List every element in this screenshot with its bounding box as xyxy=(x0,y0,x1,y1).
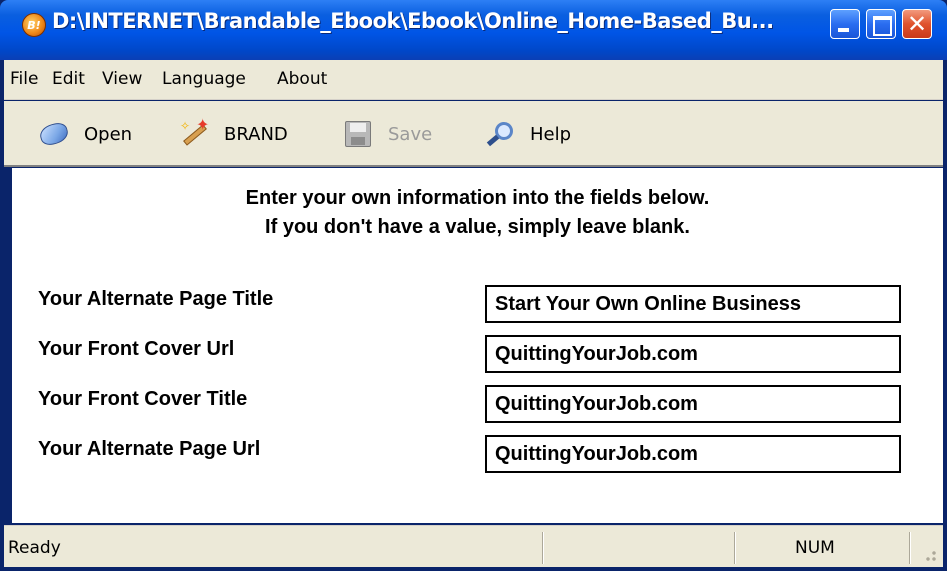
open-button-label: Open xyxy=(84,123,133,145)
front-cover-url-label: Your Front Cover Url xyxy=(38,338,235,360)
alternate-page-title-input[interactable]: Start Your Own Online Business xyxy=(485,285,901,323)
brand-button-label: BRAND xyxy=(224,123,288,145)
title-bar[interactable]: B! D:\INTERNET\Brandable_Ebook\Ebook\Onl… xyxy=(0,0,947,60)
app-window: B! D:\INTERNET\Brandable_Ebook\Ebook\Onl… xyxy=(0,0,947,571)
alternate-page-title-label: Your Alternate Page Title xyxy=(38,288,274,310)
window-title: D:\INTERNET\Brandable_Ebook\Ebook\Online… xyxy=(52,9,774,33)
magic-wand-icon: ✦ ✧ xyxy=(178,118,210,150)
instructions: Enter your own information into the fiel… xyxy=(12,184,943,242)
magnifier-icon xyxy=(484,118,516,150)
close-button[interactable]: ✕ xyxy=(902,9,932,39)
resize-grip-icon[interactable] xyxy=(919,544,939,564)
maximize-button[interactable] xyxy=(866,9,896,39)
help-button[interactable]: Help xyxy=(484,113,571,155)
front-cover-title-input[interactable]: QuittingYourJob.com xyxy=(485,385,901,423)
save-button-label: Save xyxy=(388,123,433,145)
menu-about[interactable]: About xyxy=(277,69,327,89)
toolbar: Open ✦ ✧ BRAND Save Help xyxy=(4,101,943,167)
open-folder-icon xyxy=(37,118,71,150)
status-separator xyxy=(909,532,911,564)
menu-file[interactable]: File xyxy=(10,69,38,89)
front-cover-url-input[interactable]: QuittingYourJob.com xyxy=(485,335,901,373)
help-button-label: Help xyxy=(530,123,572,145)
app-icon[interactable]: B! xyxy=(22,13,46,37)
front-cover-title-label: Your Front Cover Title xyxy=(38,388,248,410)
instruction-line-1: Enter your own information into the fiel… xyxy=(245,187,710,209)
instruction-line-2: If you don't have a value, simply leave … xyxy=(265,216,690,238)
status-bar: Ready NUM xyxy=(4,525,943,567)
brand-button[interactable]: ✦ ✧ BRAND xyxy=(178,113,288,155)
status-text: Ready xyxy=(8,538,61,558)
open-button[interactable]: Open xyxy=(37,113,133,155)
alternate-page-url-label: Your Alternate Page Url xyxy=(38,438,261,460)
form-panel: Enter your own information into the fiel… xyxy=(12,168,943,523)
alternate-page-url-input[interactable]: QuittingYourJob.com xyxy=(485,435,901,473)
floppy-disk-icon xyxy=(342,118,374,150)
minimize-button[interactable] xyxy=(830,9,860,39)
close-icon: ✕ xyxy=(906,10,928,38)
save-button[interactable]: Save xyxy=(342,113,432,155)
menu-language[interactable]: Language xyxy=(162,69,246,89)
menu-view[interactable]: View xyxy=(102,69,142,89)
menu-bar: File Edit View Language About xyxy=(4,60,943,100)
menu-edit[interactable]: Edit xyxy=(52,69,85,89)
status-separator xyxy=(734,532,736,564)
num-lock-indicator: NUM xyxy=(795,538,835,558)
status-separator xyxy=(542,532,544,564)
